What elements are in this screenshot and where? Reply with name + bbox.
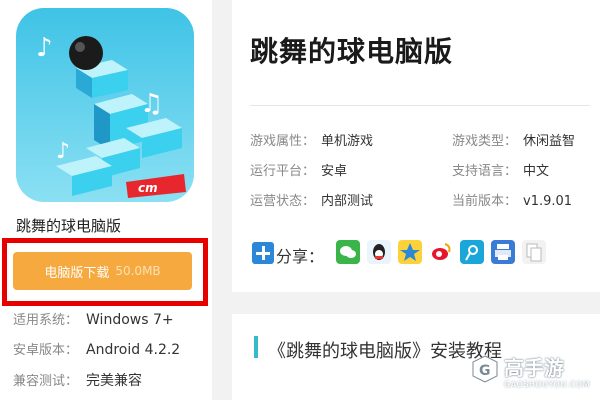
site-watermark: G 高手游 GAOSHOUYOU.COM: [470, 350, 600, 400]
app-icon: ♪ ♫ ♪ cm: [16, 8, 194, 202]
info-attr: 游戏属性： 单机游戏: [250, 130, 373, 149]
section-accent-bar: [254, 336, 258, 358]
info-status: 运营状态： 内部测试: [250, 190, 373, 209]
download-button[interactable]: 电脑版下载 50.0MB: [13, 252, 192, 290]
download-label: 电脑版下载: [44, 265, 110, 281]
watermark-text: 高手游: [504, 356, 564, 380]
spec-value: Windows 7+: [86, 312, 174, 328]
app-name: 跳舞的球电脑版: [16, 217, 122, 235]
info-value: 安卓: [321, 164, 348, 179]
info-version: 当前版本： v1.9.01: [452, 190, 572, 209]
print-icon[interactable]: [491, 240, 515, 264]
tencent-weibo-icon[interactable]: [460, 240, 484, 264]
share-label: 分享：: [276, 247, 325, 266]
info-label: 游戏类型：: [452, 134, 518, 149]
info-label: 游戏属性：: [250, 134, 316, 149]
section-title: 《跳舞的球电脑版》安装教程: [268, 341, 502, 362]
svg-text:♪: ♪: [36, 33, 53, 63]
info-value: 单机游戏: [321, 134, 374, 149]
site-logo-icon: G: [472, 355, 498, 383]
download-size: 50.0MB: [115, 264, 161, 278]
divider: [250, 105, 590, 106]
page-title: 跳舞的球电脑版: [250, 35, 454, 68]
info-platform: 运行平台： 安卓: [250, 160, 347, 179]
weibo-icon[interactable]: [429, 240, 453, 264]
spec-value: Android 4.2.2: [86, 342, 181, 358]
info-value: 休闲益智: [523, 134, 576, 149]
svg-text:♫: ♫: [140, 89, 163, 119]
spec-system: 适用系统： Windows 7+: [13, 309, 174, 328]
spec-compat: 兼容测试： 完美兼容: [13, 370, 142, 390]
spec-label: 安卓版本：: [13, 343, 79, 358]
info-language: 支持语言： 中文: [452, 160, 549, 179]
publisher-badge: cm: [138, 181, 158, 195]
share-plus-icon[interactable]: [252, 242, 274, 264]
qzone-icon[interactable]: [398, 240, 422, 264]
info-label: 运行平台：: [250, 164, 316, 179]
info-value: 内部测试: [321, 194, 374, 209]
info-label: 支持语言：: [452, 164, 518, 179]
info-value: v1.9.01: [523, 194, 573, 209]
spec-label: 适用系统：: [13, 313, 79, 328]
qq-icon[interactable]: [367, 240, 391, 264]
watermark-domain: GAOSHOUYOU.COM: [504, 380, 591, 389]
wechat-icon[interactable]: [336, 240, 360, 264]
spec-android: 安卓版本： Android 4.2.2: [13, 339, 180, 358]
info-label: 运营状态：: [250, 194, 316, 209]
info-type: 游戏类型： 休闲益智: [452, 130, 575, 149]
copy-icon[interactable]: [522, 240, 546, 264]
spec-label: 兼容测试：: [13, 374, 79, 389]
info-label: 当前版本：: [452, 194, 518, 209]
svg-text:G: G: [479, 363, 491, 379]
svg-text:♪: ♪: [56, 139, 70, 164]
spec-value: 完美兼容: [86, 373, 143, 389]
info-value: 中文: [523, 164, 550, 179]
